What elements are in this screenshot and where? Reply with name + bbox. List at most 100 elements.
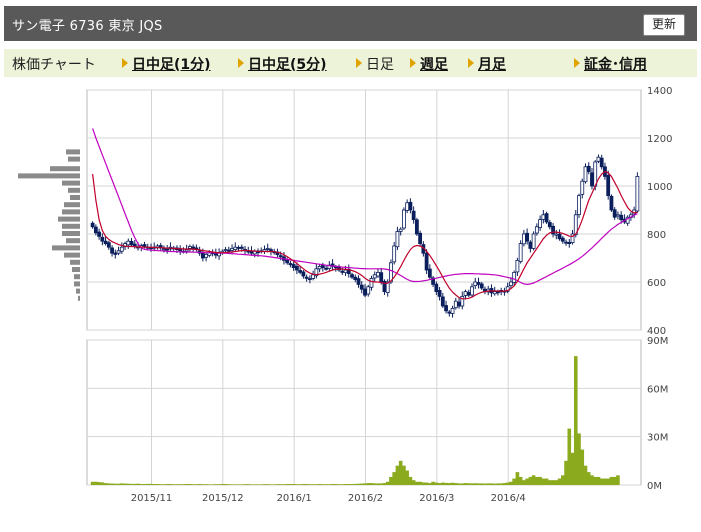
volume-bar	[210, 484, 215, 485]
volume-bar	[97, 482, 101, 485]
volume-bar	[116, 483, 121, 485]
volume-panel	[86, 339, 642, 486]
volume-bar	[233, 484, 238, 485]
candle-body	[376, 271, 380, 277]
volume-bar	[129, 483, 134, 485]
price-volume-profile-bar	[64, 252, 80, 258]
volume-bar	[590, 475, 594, 485]
x-tick-label: 2016/3	[419, 493, 454, 504]
candle-body	[392, 245, 397, 263]
volume-bar	[531, 475, 536, 485]
candle-body	[90, 222, 95, 228]
candle-body	[557, 233, 562, 240]
candle-body	[372, 274, 377, 279]
volume-bar	[518, 476, 523, 485]
volume-bar	[207, 484, 212, 485]
candle-body	[119, 246, 124, 252]
volume-bar	[236, 484, 241, 485]
candle-body	[463, 291, 468, 296]
candle-body	[291, 264, 296, 269]
volume-bar	[243, 484, 247, 485]
volume-bar	[269, 484, 273, 485]
candle-body	[116, 250, 121, 254]
candle-body	[200, 253, 205, 259]
candle-body	[538, 219, 543, 228]
volume-bar	[330, 484, 335, 485]
volume-bar	[515, 472, 520, 485]
candle-body	[457, 301, 461, 307]
price-volume-profile-bar	[74, 274, 80, 280]
candle-body	[418, 232, 423, 244]
candle-body	[616, 214, 620, 217]
volume-bar	[437, 483, 442, 485]
candle-body	[586, 165, 591, 173]
volume-bar	[577, 433, 581, 485]
volume-bar	[262, 484, 267, 485]
volume-bar	[405, 470, 409, 485]
candle-body	[580, 180, 585, 195]
volume-bar	[492, 483, 497, 485]
volume-bar	[415, 481, 419, 485]
volume-bar	[421, 482, 426, 485]
candle-body	[541, 214, 546, 220]
candle-body	[223, 249, 228, 252]
candle-body	[304, 276, 309, 279]
volume-tick-label: 30M	[647, 433, 668, 444]
volume-bar	[496, 483, 500, 485]
candle-body	[405, 202, 410, 211]
candle-body	[184, 249, 189, 252]
price-volume-profile-bar	[78, 295, 80, 301]
candle-body	[307, 278, 312, 281]
candle-body	[466, 291, 471, 296]
candle-body	[236, 247, 241, 249]
volume-bar	[570, 452, 575, 485]
candle-body	[496, 291, 500, 294]
volume-bar	[265, 484, 270, 485]
candle-body	[226, 249, 231, 252]
volume-bar	[428, 483, 432, 485]
volume-bar	[155, 484, 160, 485]
volume-bar	[278, 484, 283, 485]
volume-bar	[606, 478, 610, 485]
candle-body	[366, 286, 371, 295]
candle-body	[470, 286, 474, 296]
candle-body	[509, 281, 513, 286]
candle-body	[596, 156, 601, 162]
price-tick-label: 1000	[647, 182, 672, 193]
candle-body	[356, 278, 361, 285]
candle-body	[132, 243, 137, 247]
candle-body	[398, 228, 403, 232]
volume-bar	[525, 478, 529, 485]
candle-body	[567, 241, 572, 244]
price-volume-profile-bar	[72, 267, 80, 272]
volume-bar	[343, 484, 348, 485]
volume-bar	[123, 483, 127, 485]
volume-bar	[126, 483, 131, 485]
candle-body	[437, 289, 442, 297]
price-tick-label: 600	[647, 278, 666, 289]
candle-body	[414, 219, 419, 235]
volume-bar	[466, 483, 471, 485]
candle-body	[324, 267, 328, 270]
volume-bar	[334, 484, 338, 485]
volume-bar	[541, 478, 546, 485]
price-volume-profile-bar	[74, 281, 80, 287]
volume-bar	[522, 480, 526, 485]
volume-bar	[298, 484, 302, 485]
volume-bar	[107, 483, 111, 485]
volume-bar	[363, 483, 367, 485]
volume-bar	[139, 484, 144, 485]
volume-bar	[324, 484, 328, 485]
volume-bar	[502, 483, 507, 485]
volume-bar	[94, 481, 98, 485]
volume-bar	[136, 483, 140, 485]
volume-bar	[444, 482, 448, 485]
volume-tick-label: 60M	[647, 384, 668, 395]
x-tick-label: 2015/12	[202, 493, 244, 504]
candle-body	[311, 274, 316, 279]
candle-body	[320, 265, 325, 269]
volume-bar	[457, 483, 461, 485]
candle-body	[233, 246, 238, 250]
volume-bar	[398, 460, 403, 485]
candle-body	[340, 270, 345, 273]
